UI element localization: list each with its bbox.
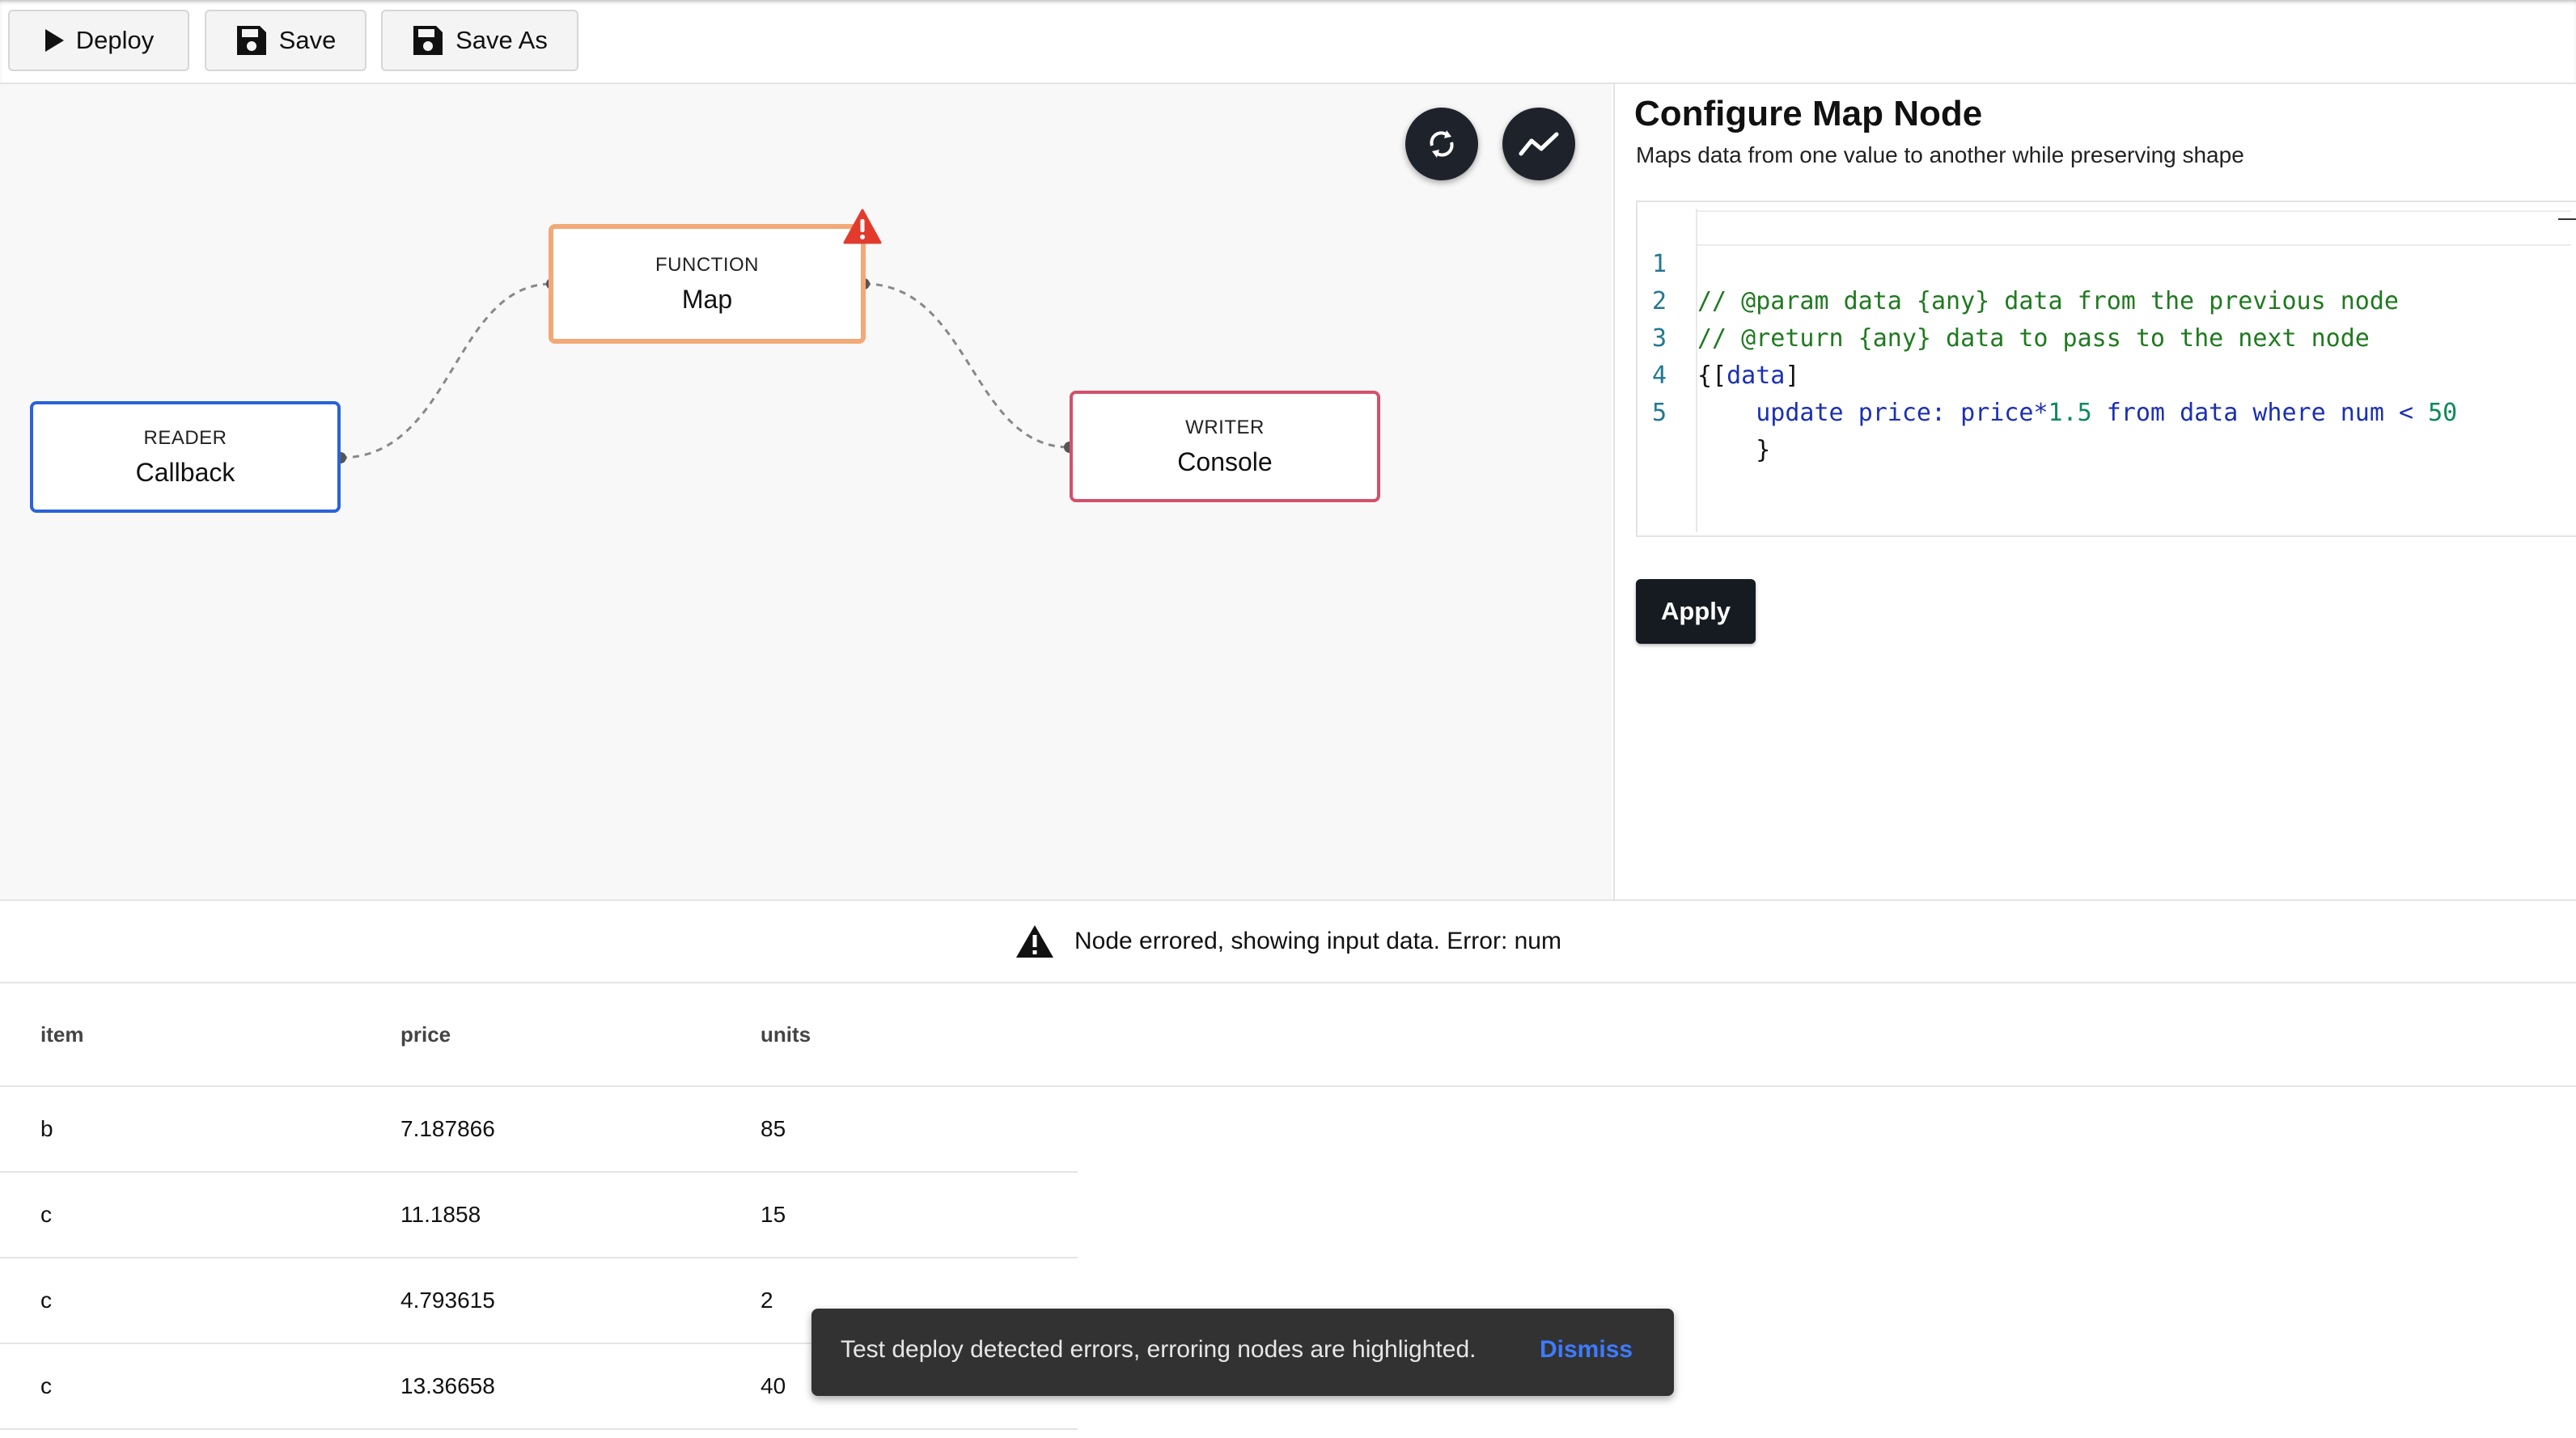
cell-units: 15 [761,1202,786,1227]
table-header: item price units [0,985,2576,1087]
cell-price: 4.793615 [400,1288,495,1313]
toolbar: Deploy Save Save As [0,0,2576,84]
node-type-label: READER [143,426,227,449]
save-as-button-label: Save As [455,26,548,54]
refresh-button[interactable] [1405,108,1478,180]
line-number: 5 [1652,399,1667,427]
column-header-item[interactable]: item [40,1022,83,1047]
code-line: 3 {[data] [1638,283,1799,390]
cell-price: 13.36658 [400,1373,495,1398]
trend-icon [1519,132,1559,156]
deploy-button-label: Deploy [75,26,155,54]
code-line: 1 // @param data {any} data from the pre… [1638,209,2399,315]
node-map[interactable]: FUNCTION Map [549,224,866,344]
cell-units: 40 [761,1373,786,1398]
node-writer[interactable]: WRITER Console [1070,391,1380,502]
cell-item: b [40,1116,53,1141]
code-text: // @return {any} data to pass to the nex… [1697,324,2370,353]
apply-button[interactable]: Apply [1636,579,1756,644]
node-type-label: FUNCTION [655,253,759,276]
cell-item: c [40,1288,52,1313]
save-button-label: Save [278,26,337,54]
warning-icon [1016,925,1053,958]
column-header-units[interactable]: units [761,1022,811,1047]
table-row: c 11.1858 15 [0,1173,1078,1258]
dismiss-button[interactable]: Dismiss [1540,1336,1633,1364]
refresh-icon [1430,130,1454,158]
cell-price: 11.1858 [400,1202,481,1227]
save-icon [413,26,443,55]
code-line: 4 update price: price*1.5 from data wher… [1638,320,2457,427]
cell-item: c [40,1373,52,1398]
error-badge-icon [843,209,882,244]
panel-subtitle: Maps data from one value to another whil… [1636,142,2244,167]
save-button[interactable]: Save [205,10,366,71]
code-line: 2 // @return {any} data to pass to the n… [1638,246,2370,353]
config-panel: Configure Map Node Maps data from one va… [1613,84,2576,899]
node-name-label: Console [1177,446,1273,476]
deploy-button[interactable]: Deploy [8,10,189,71]
node-reader[interactable]: READER Callback [30,401,341,513]
code-editor[interactable]: 1 // @param data {any} data from the pre… [1636,201,2576,537]
cell-price: 7.187866 [400,1116,495,1141]
panel-title: Configure Map Node [1634,94,1983,133]
error-banner: Node errored, showing input data. Error:… [0,899,2576,983]
code-text: // @param data {any} data from the previ… [1697,287,2399,315]
current-line-highlight [1697,210,2571,246]
snackbar-message: Test deploy detected errors, erroring no… [841,1336,1477,1363]
scrollbar-marker [2558,218,2576,220]
column-header-price[interactable]: price [400,1022,451,1047]
edge-map-writer [863,282,1070,449]
save-icon [236,26,266,55]
play-icon [44,29,64,52]
code-text: } [1697,436,1771,464]
table-row: b 7.187866 85 [0,1087,1078,1173]
error-message: Node errored, showing input data. Error:… [1074,928,1561,954]
edge-reader-map [340,282,553,459]
save-as-button[interactable]: Save As [381,10,578,71]
code-text: update price: price*1.5 from data where … [1756,399,2458,427]
cell-units: 2 [761,1288,773,1313]
cell-units: 85 [761,1116,786,1141]
trend-button[interactable] [1502,108,1575,180]
code-line: 5 } [1638,357,1770,464]
snackbar: Test deploy detected errors, erroring no… [811,1309,1674,1396]
node-name-label: Map [681,284,733,314]
flow-canvas[interactable]: READER Callback FUNCTION Map WRITER Cons… [0,84,1612,899]
cell-item: c [40,1202,52,1227]
node-type-label: WRITER [1185,416,1265,438]
node-name-label: Callback [135,457,235,487]
